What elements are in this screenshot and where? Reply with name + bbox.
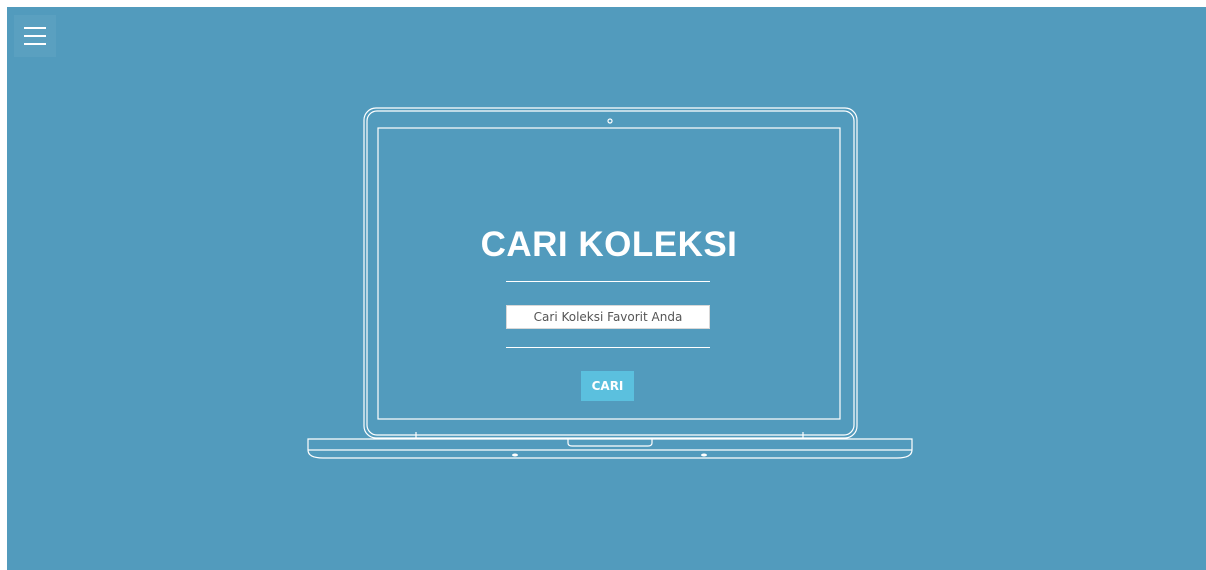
search-panel: CARI KOLEKSI CARI [378, 128, 840, 419]
search-input[interactable] [506, 305, 710, 329]
search-button[interactable]: CARI [581, 371, 634, 401]
camera-icon [607, 118, 613, 124]
page-title: CARI KOLEKSI [480, 225, 738, 264]
divider-top [506, 281, 710, 282]
page-background: CARI KOLEKSI CARI [7, 7, 1206, 570]
divider-bottom [506, 347, 710, 348]
